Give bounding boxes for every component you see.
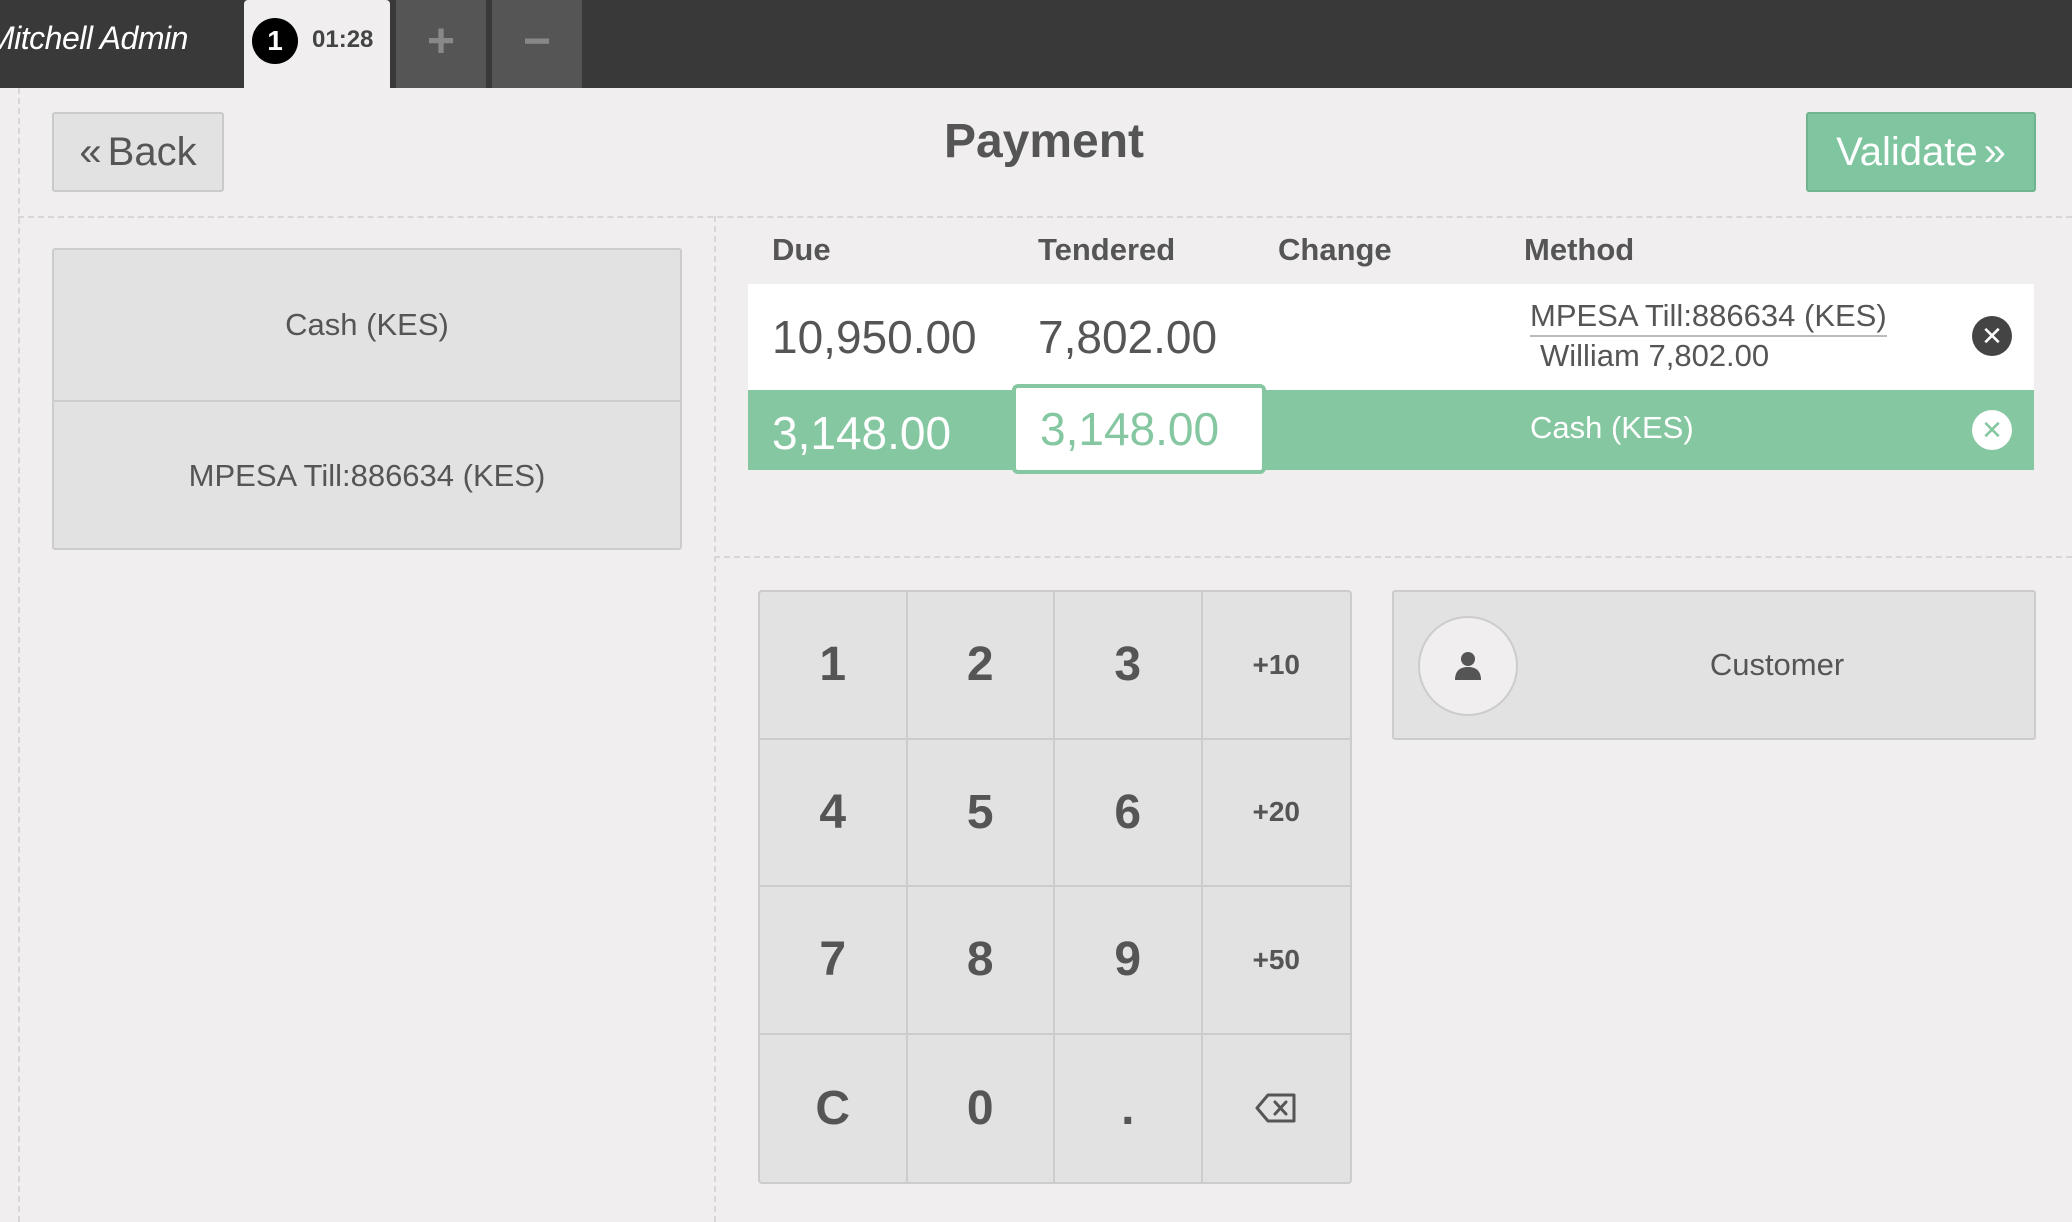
- numpad-key-5[interactable]: 5: [907, 739, 1055, 887]
- numpad-key-4[interactable]: 4: [760, 739, 908, 887]
- add-order-button[interactable]: +: [396, 0, 486, 88]
- numpad-key-8[interactable]: 8: [907, 887, 1055, 1035]
- order-sequence-badge: 1: [252, 18, 298, 64]
- numpad-key-plus50[interactable]: +50: [1202, 887, 1350, 1035]
- back-label: Back: [107, 129, 197, 174]
- paymentline-method: MPESA Till:886634 (KES): [1530, 298, 1887, 337]
- numpad-key-9[interactable]: 9: [1055, 887, 1203, 1035]
- paymentline-tendered: 7,802.00: [1038, 311, 1218, 363]
- double-chevron-right-icon: »: [1983, 129, 2006, 174]
- paymentline-due: 3,148.00: [772, 407, 952, 459]
- back-button[interactable]: « Back: [52, 112, 224, 192]
- payment-method-mpesa[interactable]: MPESA Till:886634 (KES): [54, 400, 680, 550]
- numpad-key-0[interactable]: 0: [908, 1034, 1055, 1182]
- numpad-key-clear[interactable]: C: [760, 1034, 908, 1182]
- numpad: 1 2 3 +10 4 5 6 +20 7 8 9 +50 C 0 .: [758, 590, 1352, 1184]
- payment-methods-list: Cash (KES) MPESA Till:886634 (KES): [52, 248, 682, 550]
- double-chevron-left-icon: «: [79, 129, 102, 174]
- customer-label: Customer: [1709, 647, 1845, 682]
- validate-label: Validate: [1836, 129, 1978, 174]
- screen-border: [18, 88, 20, 1222]
- payment-method-cash[interactable]: Cash (KES): [54, 250, 680, 400]
- order-tab[interactable]: 1 01:28: [244, 0, 390, 88]
- user-icon: [1455, 652, 1481, 680]
- numpad-key-decimal[interactable]: .: [1055, 1034, 1203, 1182]
- pos-topbar: Mitchell Admin 1 01:28 + −: [0, 0, 2072, 88]
- delete-paymentline-icon[interactable]: ✕: [1972, 316, 2012, 356]
- numpad-key-6[interactable]: 6: [1055, 739, 1203, 887]
- numpad-key-2[interactable]: 2: [907, 592, 1055, 740]
- column-header-tendered: Tendered: [1038, 232, 1176, 267]
- numpad-key-3[interactable]: 3: [1055, 592, 1203, 740]
- paymentline-tendered-input[interactable]: 3,148.00: [1012, 384, 1266, 474]
- paymentline-method: Cash (KES): [1530, 410, 1694, 445]
- paymentline[interactable]: 10,950.00 7,802.00 MPESA Till:886634 (KE…: [748, 284, 2034, 390]
- user-name[interactable]: Mitchell Admin: [0, 20, 188, 57]
- avatar: [1418, 616, 1518, 716]
- numpad-key-plus10[interactable]: +10: [1202, 592, 1350, 740]
- column-header-due: Due: [772, 232, 831, 267]
- customer-button[interactable]: Customer: [1392, 590, 2036, 740]
- column-divider: [714, 216, 716, 1222]
- page-title: Payment: [943, 115, 1145, 168]
- remove-order-button[interactable]: −: [492, 0, 582, 88]
- numpad-key-plus20[interactable]: +20: [1202, 740, 1350, 887]
- paymentline-selected[interactable]: 3,148.00 3,148.00 Cash (KES) ✕: [748, 384, 2034, 474]
- numpad-key-backspace[interactable]: [1203, 1035, 1351, 1183]
- numpad-key-7[interactable]: 7: [760, 887, 908, 1035]
- delete-paymentline-icon[interactable]: ✕: [1972, 410, 2012, 450]
- paymentline-method-detail: William 7,802.00: [1540, 338, 1770, 373]
- validate-button[interactable]: Validate »: [1806, 112, 2036, 192]
- paymentline-due: 10,950.00: [772, 311, 977, 363]
- order-time: 01:28: [312, 26, 374, 53]
- backspace-icon: [1255, 1093, 1296, 1123]
- numpad-key-1[interactable]: 1: [760, 592, 908, 740]
- column-header-change: Change: [1278, 232, 1392, 267]
- header-divider: [18, 216, 2072, 218]
- column-header-method: Method: [1524, 232, 1635, 267]
- paymentlines-divider: [714, 556, 2072, 558]
